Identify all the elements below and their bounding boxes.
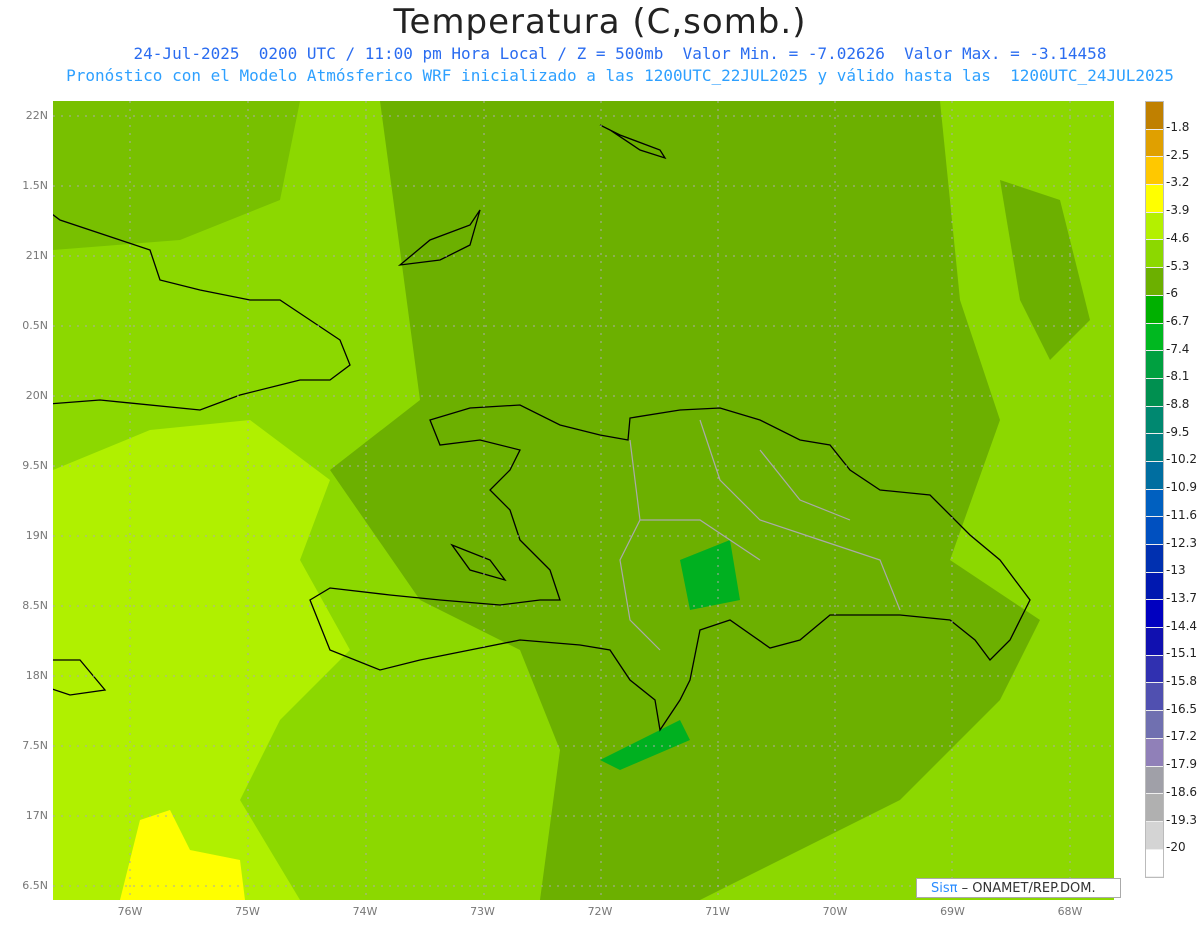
colorbar-label: -7.4 [1166, 341, 1190, 356]
temperature-map [53, 101, 1114, 900]
colorbar-swatch [1146, 711, 1163, 739]
lon-label: 75W [235, 905, 260, 918]
colorbar-label: -19.3 [1166, 812, 1198, 827]
lon-label: 73W [470, 905, 495, 918]
lat-label: 9.5N [22, 459, 48, 472]
colorbar-label: -20 [1166, 840, 1186, 855]
colorbar-swatch [1146, 517, 1163, 545]
logo-text: – ONAMET/REP.DOM. [961, 881, 1096, 896]
colorbar-label: -12.3 [1166, 535, 1198, 550]
lon-label: 72W [587, 905, 613, 918]
subtitle-time: 24-Jul-2025 0200 UTC / 11:00 pm Hora Loc… [133, 44, 1107, 63]
lat-label: 6.5N [22, 879, 48, 892]
colorbar-label: -15.1 [1166, 646, 1198, 661]
colorbar-swatch [1146, 406, 1163, 435]
lat-label: 21N [25, 249, 48, 262]
colorbar-label: -17.2 [1166, 729, 1198, 744]
colorbar-label: -6.7 [1166, 313, 1190, 328]
colorbar-swatch [1146, 683, 1163, 712]
lon-label: 76W [117, 905, 143, 918]
colorbar-label: -5.3 [1166, 258, 1190, 273]
colorbar-swatch [1146, 434, 1163, 462]
subtitle-model: Pronóstico con el Modelo Atmósferico WRF… [66, 66, 1174, 85]
colorbar-swatch [1146, 461, 1163, 490]
lat-label: 0.5N [22, 319, 48, 332]
colorbar-swatch [1146, 600, 1163, 629]
colorbar-swatch [1146, 295, 1163, 324]
colorbar-label: -11.6 [1166, 507, 1198, 522]
colorbar-label: -4.6 [1166, 230, 1190, 245]
colorbar-label: -8.8 [1166, 397, 1190, 411]
colorbar-label: -1.8 [1166, 120, 1190, 134]
lat-label: 8.5N [22, 599, 48, 612]
logo-brand: Sisπ [931, 881, 958, 896]
colorbar-label: -10.9 [1166, 480, 1198, 495]
colorbar-swatch [1146, 738, 1163, 767]
map-title: Temperatura (C,somb.) [393, 2, 807, 42]
lon-label: 69W [940, 905, 965, 918]
colorbar-label: -13.7 [1166, 590, 1198, 605]
colorbar-label: -6 [1166, 286, 1178, 301]
logo-box: Sisπ – ONAMET/REP.DOM. [916, 878, 1121, 898]
colorbar-label: -8.1 [1166, 369, 1190, 384]
colorbar-swatch [1146, 212, 1163, 241]
lat-label: 18N [25, 669, 48, 682]
colorbar-label: -3.9 [1166, 203, 1190, 218]
lon-label: 70W [822, 905, 848, 918]
colorbar-swatch [1146, 794, 1163, 822]
colorbar-swatch [1146, 102, 1163, 130]
colorbar-swatch [1146, 129, 1163, 158]
colorbar-label: -16.5 [1166, 701, 1198, 716]
lon-label: 74W [352, 905, 378, 918]
colorbar-swatch [1146, 323, 1163, 352]
colorbar-swatch [1146, 268, 1163, 296]
colorbar-label: -14.4 [1166, 618, 1198, 633]
colorbar-label: -13 [1166, 563, 1186, 578]
lon-label: 68W [1057, 905, 1083, 918]
colorbar-swatch [1146, 628, 1163, 656]
colorbar-swatch [1146, 766, 1163, 795]
lat-label: 7.5N [22, 739, 48, 752]
colorbar [1145, 101, 1164, 879]
colorbar-swatch [1146, 240, 1163, 269]
colorbar-swatch [1146, 655, 1163, 684]
lat-label: 19N [25, 529, 48, 542]
colorbar-label: -10.2 [1166, 452, 1198, 467]
colorbar-swatch [1146, 378, 1163, 407]
colorbar-swatch [1146, 545, 1163, 573]
colorbar-swatch [1146, 185, 1163, 213]
lat-label: 20N [25, 389, 48, 402]
colorbar-swatch [1146, 821, 1163, 850]
lat-label: 22N [25, 109, 48, 122]
lat-label: 17N [25, 809, 48, 822]
lon-label: 71W [705, 905, 730, 918]
colorbar-label: -3.2 [1166, 175, 1190, 190]
colorbar-swatch [1146, 489, 1163, 518]
colorbar-label: -15.8 [1166, 674, 1198, 688]
colorbar-swatch [1146, 849, 1163, 878]
colorbar-label: -17.9 [1166, 757, 1198, 772]
colorbar-label: -18.6 [1166, 784, 1198, 799]
colorbar-swatch [1146, 157, 1163, 186]
colorbar-label: -9.5 [1166, 424, 1190, 439]
colorbar-swatch [1146, 572, 1163, 601]
colorbar-label: -2.5 [1166, 147, 1190, 162]
colorbar-swatch [1146, 351, 1163, 379]
lat-label: 1.5N [22, 179, 48, 192]
